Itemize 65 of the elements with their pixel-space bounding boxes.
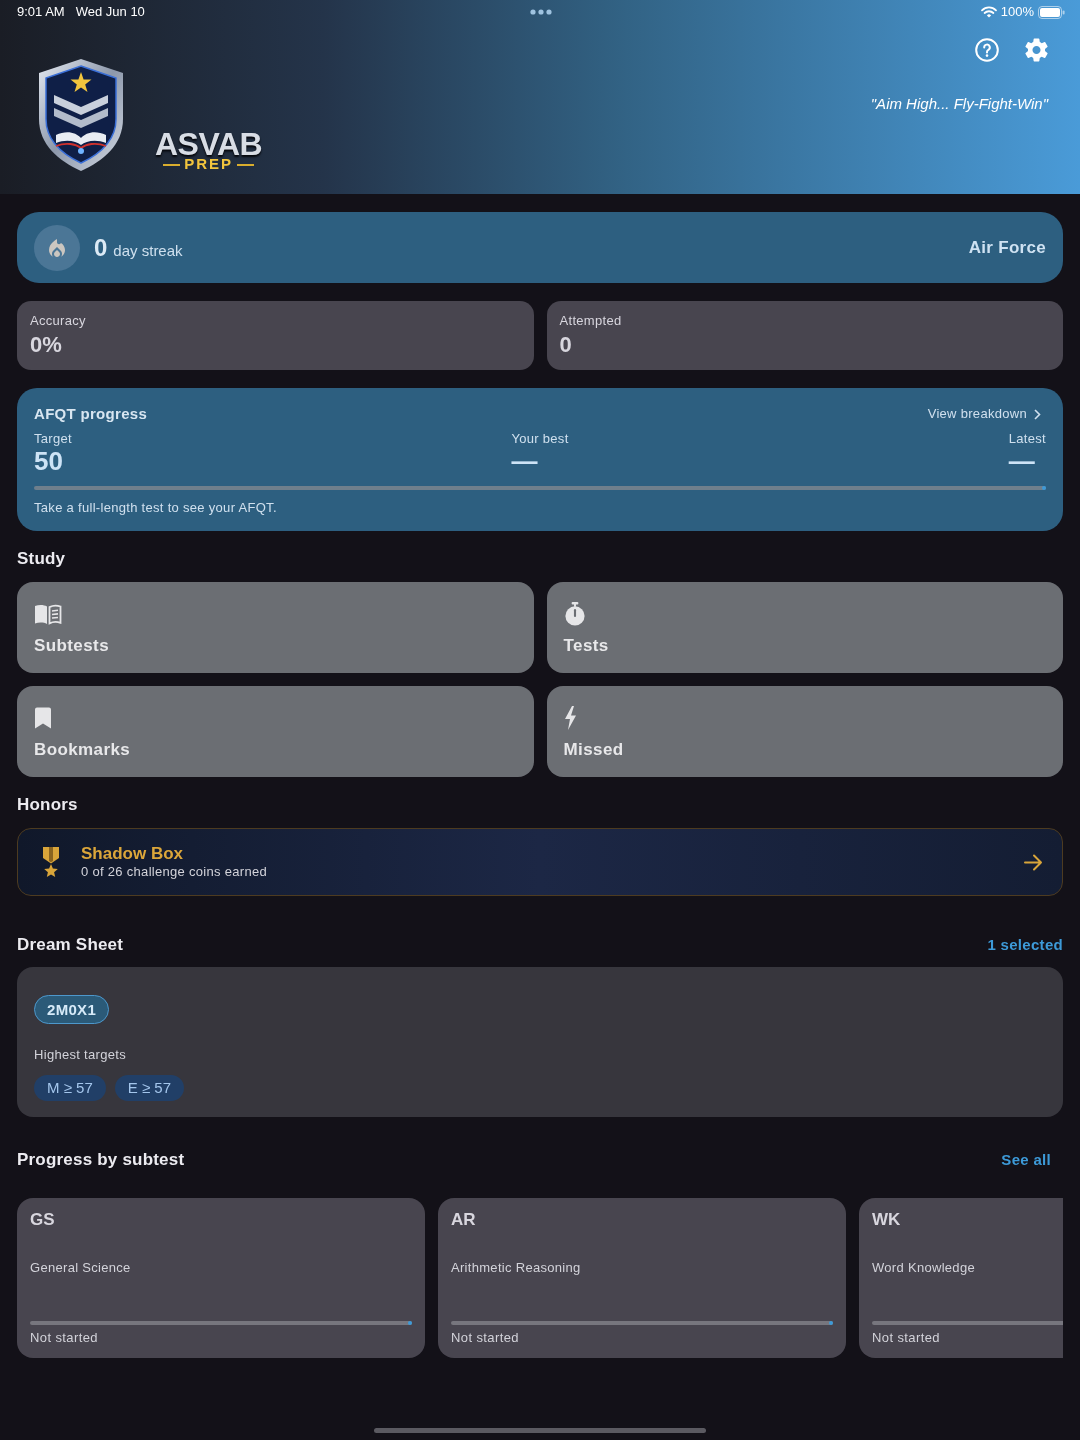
bookmark-icon xyxy=(34,706,52,730)
motto-text: "Aim High... Fly-Fight-Win" xyxy=(870,95,1048,113)
section-heading: Dream Sheet xyxy=(17,934,124,956)
medal-icon xyxy=(42,847,60,877)
stat-label: Accuracy xyxy=(30,313,86,329)
study-tile[interactable]: Missed xyxy=(546,686,1063,777)
streak-label: day streak xyxy=(113,241,183,259)
study-tile[interactable]: Bookmarks xyxy=(17,686,534,777)
targets-label: Highest targets xyxy=(34,1047,126,1063)
score-target-tag: E ≥ 57 xyxy=(114,1075,184,1101)
settings-icon[interactable] xyxy=(1025,38,1048,62)
shield-emblem-icon xyxy=(36,58,126,172)
subtest-status: Not started xyxy=(872,1330,940,1346)
subtest-name: Arithmetic Reasoning xyxy=(451,1260,581,1276)
chevron-right-icon xyxy=(1034,408,1041,420)
section-heading: Progress by subtest xyxy=(17,1149,185,1171)
logo-subtitle: PREP xyxy=(163,157,254,171)
shadow-box-title: Shadow Box xyxy=(81,844,183,864)
subtest-card[interactable]: AR Arithmetic Reasoning Not started xyxy=(438,1198,846,1358)
subtest-card[interactable]: WK Word Knowledge Not started xyxy=(859,1198,1063,1358)
help-icon[interactable] xyxy=(975,38,999,62)
book-icon xyxy=(34,602,62,626)
subtest-status: Not started xyxy=(30,1330,98,1346)
score-target-tag: M ≥ 57 xyxy=(34,1075,106,1101)
subtest-code: WK xyxy=(872,1210,901,1230)
subtest-code: GS xyxy=(30,1210,55,1230)
metric-value: 50 xyxy=(34,447,63,475)
metric-value: — xyxy=(511,447,538,475)
arrow-right-icon xyxy=(1024,853,1043,871)
subtest-status: Not started xyxy=(451,1330,519,1346)
section-heading: Study xyxy=(17,548,66,570)
see-all-link[interactable]: See all xyxy=(1001,1151,1063,1169)
branch-label: Air Force xyxy=(968,237,1046,258)
subtest-name: Word Knowledge xyxy=(872,1260,975,1276)
shadow-box-card[interactable]: Shadow Box 0 of 26 challenge coins earned xyxy=(17,828,1063,896)
view-breakdown-link[interactable]: View breakdown xyxy=(927,406,1041,422)
status-time: 9:01 AM xyxy=(17,4,65,20)
metric-label: Your best xyxy=(511,431,569,447)
stopwatch-icon xyxy=(563,602,586,626)
subtest-name: General Science xyxy=(30,1260,131,1276)
afqt-hint: Take a full-length test to see your AFQT. xyxy=(34,500,277,516)
study-tile[interactable]: Subtests xyxy=(17,582,534,673)
stat-label: Attempted xyxy=(559,313,622,329)
metric-label: Target xyxy=(34,431,72,447)
flame-icon xyxy=(34,224,80,271)
afqt-title: AFQT progress xyxy=(34,405,148,423)
battery-icon xyxy=(1038,5,1065,19)
study-tile[interactable]: Tests xyxy=(546,582,1063,673)
metric-label: Latest xyxy=(1008,431,1046,447)
wifi-icon xyxy=(980,6,997,18)
battery-percent: 100% xyxy=(1000,4,1034,20)
streak-count: 0 xyxy=(94,233,108,262)
stat-value: 0 xyxy=(559,332,572,358)
selection-count-link[interactable]: 1 selected xyxy=(987,936,1063,954)
section-heading: Honors xyxy=(17,794,78,816)
shadow-box-subtitle: 0 of 26 challenge coins earned xyxy=(81,864,268,880)
logo-title: ASVAB xyxy=(155,131,263,157)
stat-value: 0% xyxy=(30,332,62,358)
subtest-card[interactable]: GS General Science Not started xyxy=(17,1198,425,1358)
subtest-code: AR xyxy=(451,1210,476,1230)
job-code-chip[interactable]: 2M0X1 xyxy=(34,995,110,1024)
multitasking-dots-icon[interactable] xyxy=(530,9,552,15)
lightning-bolt-icon xyxy=(563,706,577,730)
metric-value: — xyxy=(1008,447,1035,475)
status-date: Wed Jun 10 xyxy=(75,4,145,20)
